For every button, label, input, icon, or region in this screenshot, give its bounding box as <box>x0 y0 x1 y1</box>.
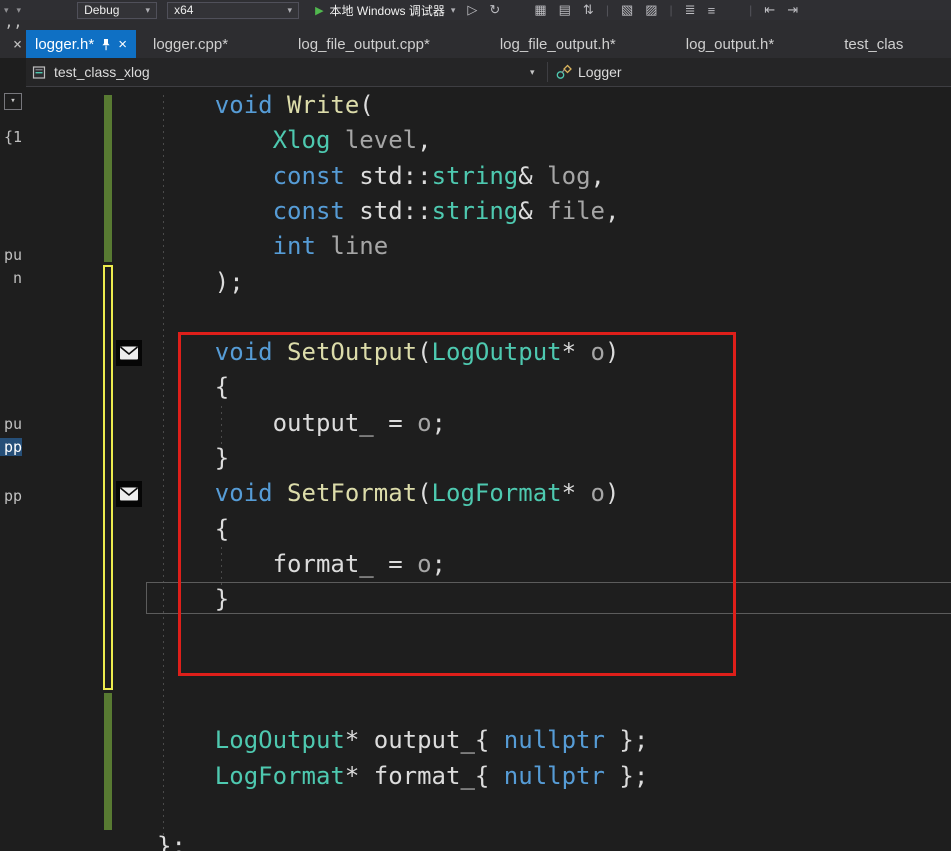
toolbar-icon[interactable]: ≣ <box>685 2 696 18</box>
left-pane-text-fragment: pp <box>0 438 22 456</box>
tab-log_file_output-cpp[interactable]: log_file_output.cpp* <box>289 30 439 58</box>
class-icon <box>556 64 572 80</box>
tab-test_clas[interactable]: test_clas <box>835 30 912 58</box>
close-icon[interactable]: × <box>118 37 127 52</box>
outdent-icon[interactable]: ⇤ <box>764 2 775 18</box>
toolbar-separator: | <box>605 3 609 17</box>
left-pane-text-fragment: ▾ <box>4 93 22 110</box>
left-pane-text-fragment: n <box>12 269 22 287</box>
toolbar-icon[interactable]: ⇅ <box>583 2 594 18</box>
start-debugging-button[interactable]: ▶ 本地 Windows 调试器 ▾ <box>315 2 455 19</box>
chevron-down-icon: ▾ <box>450 4 456 15</box>
left-pane-text-fragment: {1 <box>3 128 22 146</box>
tab-label: log_file_output.cpp* <box>298 35 430 53</box>
platform-label: x64 <box>174 3 194 17</box>
indent-icon[interactable]: ⇥ <box>787 2 798 18</box>
change-tracking-bar-saved <box>104 693 112 830</box>
left-pane-text-fragment: pp <box>3 487 22 505</box>
toolbar-separator: | <box>749 3 753 17</box>
toolbar-icon[interactable]: ▧ <box>621 2 633 18</box>
toolbar-icon[interactable]: ▨ <box>645 2 657 18</box>
left-pane-sliver: ’’ × ▾ {1 pu n pu pp pp <box>0 20 27 851</box>
mail-bookmark-icon[interactable] <box>116 340 142 366</box>
play-icon: ▶ <box>315 4 324 17</box>
tab-logger-cpp[interactable]: logger.cpp* <box>144 30 237 58</box>
toolbar-separator: | <box>669 3 673 17</box>
indent-guide <box>163 95 164 845</box>
navbar-separator <box>547 62 548 82</box>
tab-log_file_output-h[interactable]: log_file_output.h* <box>491 30 625 58</box>
platform-combobox[interactable]: x64 ▾ <box>167 1 300 19</box>
start-without-debugging-icon[interactable]: ▷ <box>467 2 477 18</box>
refresh-icon[interactable]: ↻ <box>489 2 500 18</box>
navigate-back-icon[interactable]: ▾ <box>4 5 9 16</box>
pin-icon[interactable] <box>101 38 111 51</box>
member-label: Logger <box>578 64 622 80</box>
tab-logger-h[interactable]: logger.h* × <box>26 30 136 58</box>
tab-label: log_file_output.h* <box>499 35 616 53</box>
mail-bookmark-icon[interactable] <box>116 481 142 507</box>
navigation-bar: test_class_xlog ▾ Logger <box>26 58 951 87</box>
chevron-down-icon: ▾ <box>145 4 151 15</box>
navigate-forward-icon[interactable]: ▾ <box>17 5 22 16</box>
toolbar-icon[interactable]: ≡ <box>708 3 716 18</box>
visual-studio-window: ▾ ▾ Debug ▾ x64 ▾ ▶ 本地 Windows 调试器 ▾ ▷ ↻… <box>0 0 951 851</box>
annotation-red-box <box>178 332 736 676</box>
tab-bar: logger.h* × logger.cpp* log_file_output.cpp… <box>26 20 951 58</box>
member-dropdown[interactable]: Logger <box>556 58 622 86</box>
configuration-combobox[interactable]: Debug ▾ <box>77 1 158 19</box>
chevron-down-icon: ▾ <box>287 4 293 15</box>
tab-label: test_clas <box>844 35 904 53</box>
tab-label: logger.cpp* <box>152 35 229 53</box>
tab-log_output-h[interactable]: log_output.h* <box>677 30 783 58</box>
toolbar-icon[interactable]: ▤ <box>559 2 571 18</box>
tab-label: logger.h* <box>35 35 95 53</box>
left-pane-text-fragment: pu <box>3 246 22 264</box>
left-pane-text-fragment: × <box>12 35 22 53</box>
change-tracking-bar-saved <box>104 95 112 262</box>
scope-dropdown[interactable]: test_class_xlog <box>32 58 150 86</box>
chevron-down-icon[interactable]: ▾ <box>530 67 535 78</box>
start-debugging-label: 本地 Windows 调试器 <box>329 3 445 18</box>
toolbar-icon[interactable]: ▦ <box>534 2 546 18</box>
toolbar: ▾ ▾ Debug ▾ x64 ▾ ▶ 本地 Windows 调试器 ▾ ▷ ↻… <box>0 0 951 21</box>
left-pane-text-fragment: pu <box>3 415 22 433</box>
change-tracking-bar-unsaved <box>103 265 113 690</box>
file-icon <box>32 65 47 80</box>
tab-label: log_output.h* <box>685 35 775 53</box>
configuration-label: Debug <box>84 3 120 17</box>
scope-label: test_class_xlog <box>54 64 150 80</box>
